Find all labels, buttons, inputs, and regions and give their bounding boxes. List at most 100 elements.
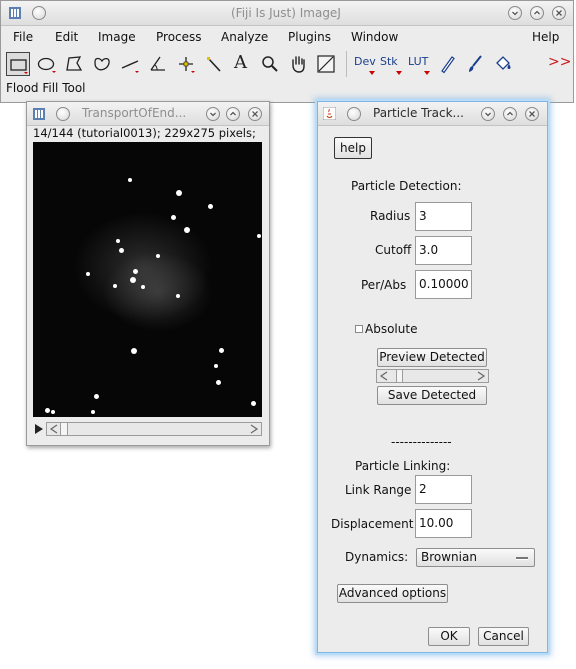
polygon-selection-icon xyxy=(66,56,83,71)
menu-process[interactable]: Process xyxy=(156,30,202,44)
rectangle-tool[interactable] xyxy=(6,52,30,76)
menu-window[interactable]: Window xyxy=(351,30,398,44)
particle-spot xyxy=(133,269,138,274)
pencil-tool[interactable] xyxy=(435,52,459,76)
point-tool[interactable] xyxy=(174,52,198,76)
menu-plugins[interactable]: Plugins xyxy=(288,30,331,44)
dynamics-dropdown[interactable]: Brownian xyxy=(416,548,535,567)
fiji-app-icon[interactable] xyxy=(33,108,45,120)
oval-tool[interactable] xyxy=(35,52,59,76)
ok-button[interactable]: OK xyxy=(428,627,470,646)
perabs-field[interactable]: 0.10000 xyxy=(415,270,472,299)
lut-menu-tool[interactable]: LUT xyxy=(406,52,432,76)
particle-spot xyxy=(130,277,136,283)
brush-tool[interactable] xyxy=(463,52,487,76)
tracker-titlebar[interactable]: Particle Track... xyxy=(318,102,547,126)
menu-image[interactable]: Image xyxy=(98,30,136,44)
fiji-app-icon[interactable] xyxy=(9,7,21,19)
chevron-down-icon xyxy=(512,11,518,16)
polygon-tool[interactable] xyxy=(62,52,86,76)
stack-menu-tool[interactable]: Stk xyxy=(378,52,404,76)
scroll-left-arrow-icon[interactable] xyxy=(48,423,60,435)
particle-spot xyxy=(219,348,224,353)
java-app-icon[interactable] xyxy=(323,107,336,120)
dropdown-arrow-icon xyxy=(369,71,375,75)
chevron-down-icon xyxy=(210,112,216,117)
imagej-titlebar[interactable]: (Fiji Is Just) ImageJ xyxy=(1,1,573,26)
particle-detection-header: Particle Detection: xyxy=(351,179,462,193)
particle-spot xyxy=(45,408,50,413)
particle-spot xyxy=(171,215,176,220)
scrollbar-thumb[interactable] xyxy=(396,370,403,382)
minimize-button[interactable] xyxy=(508,6,522,20)
freehand-tool[interactable] xyxy=(90,52,114,76)
particle-spot xyxy=(184,227,190,233)
menu-analyze[interactable]: Analyze xyxy=(221,30,268,44)
tracker-window-title: Particle Track... xyxy=(373,106,464,120)
close-icon xyxy=(529,111,535,117)
maximize-button[interactable] xyxy=(530,6,544,20)
developer-menu-tool[interactable]: Dev xyxy=(351,52,377,76)
stack-slice-scrollbar[interactable] xyxy=(46,422,262,436)
maximize-button[interactable] xyxy=(503,107,517,121)
line-tool[interactable] xyxy=(118,52,142,76)
chevron-up-icon xyxy=(507,111,513,116)
image-window-titlebar[interactable]: TransportOfEnd... xyxy=(27,102,269,126)
absolute-checkbox[interactable] xyxy=(355,325,363,333)
window-menu-button[interactable] xyxy=(56,107,70,121)
color-picker-icon xyxy=(317,55,335,73)
image-window: TransportOfEnd... 14/144 (tutorial0013);… xyxy=(26,101,270,446)
hand-tool[interactable] xyxy=(286,52,310,76)
color-picker-tool[interactable] xyxy=(314,52,338,76)
text-tool[interactable]: A xyxy=(230,52,254,76)
radius-field[interactable]: 3 xyxy=(415,202,472,231)
window-menu-button[interactable] xyxy=(32,6,46,20)
close-button[interactable] xyxy=(552,6,566,20)
scroll-right-arrow-icon[interactable] xyxy=(475,370,487,382)
particle-linking-header: Particle Linking: xyxy=(355,459,451,473)
angle-tool[interactable] xyxy=(146,52,170,76)
help-button[interactable]: help xyxy=(334,137,372,159)
lut-tool-label: LUT xyxy=(408,55,429,68)
menu-help[interactable]: Help xyxy=(532,30,559,44)
particle-spot xyxy=(94,394,99,399)
link-range-field[interactable]: 2 xyxy=(415,475,472,504)
menu-edit[interactable]: Edit xyxy=(55,30,78,44)
close-button[interactable] xyxy=(248,107,262,121)
microscopy-image-canvas[interactable] xyxy=(33,142,262,417)
close-button[interactable] xyxy=(525,107,539,121)
particle-spot xyxy=(176,294,180,298)
displacement-field[interactable]: 10.00 xyxy=(415,509,472,538)
particle-spot xyxy=(119,248,124,253)
preview-detected-button[interactable]: Preview Detected xyxy=(377,348,487,367)
minimize-button[interactable] xyxy=(206,107,220,121)
advanced-options-button[interactable]: Advanced options xyxy=(337,584,448,603)
particle-spot xyxy=(214,364,218,368)
scroll-right-arrow-icon[interactable] xyxy=(248,423,260,435)
particle-spot xyxy=(131,348,137,354)
more-tools-label: >> xyxy=(548,54,572,70)
more-tools-button[interactable]: >> xyxy=(546,52,572,76)
maximize-button[interactable] xyxy=(226,107,240,121)
flood-fill-tool[interactable] xyxy=(491,52,515,76)
zoom-tool[interactable] xyxy=(258,52,282,76)
particle-spot xyxy=(208,204,213,209)
magnifier-icon xyxy=(262,56,278,72)
play-animation-icon[interactable] xyxy=(34,423,44,435)
minimize-button[interactable] xyxy=(481,107,495,121)
chevron-down-icon xyxy=(485,112,491,117)
cancel-button[interactable]: Cancel xyxy=(478,627,529,646)
close-icon xyxy=(556,10,562,16)
wand-tool[interactable] xyxy=(202,52,226,76)
particle-spot xyxy=(156,254,160,258)
toolbar-separator xyxy=(346,51,347,77)
save-detected-button[interactable]: Save Detected xyxy=(377,386,487,405)
detection-preview-slider[interactable] xyxy=(376,369,489,383)
scroll-left-arrow-icon[interactable] xyxy=(378,370,390,382)
link-range-label: Link Range xyxy=(345,483,412,497)
window-menu-button[interactable] xyxy=(347,107,361,121)
cutoff-field[interactable]: 3.0 xyxy=(415,236,472,265)
point-crosshair-icon xyxy=(179,57,195,73)
menu-file[interactable]: File xyxy=(13,30,33,44)
scrollbar-thumb[interactable] xyxy=(60,423,68,435)
